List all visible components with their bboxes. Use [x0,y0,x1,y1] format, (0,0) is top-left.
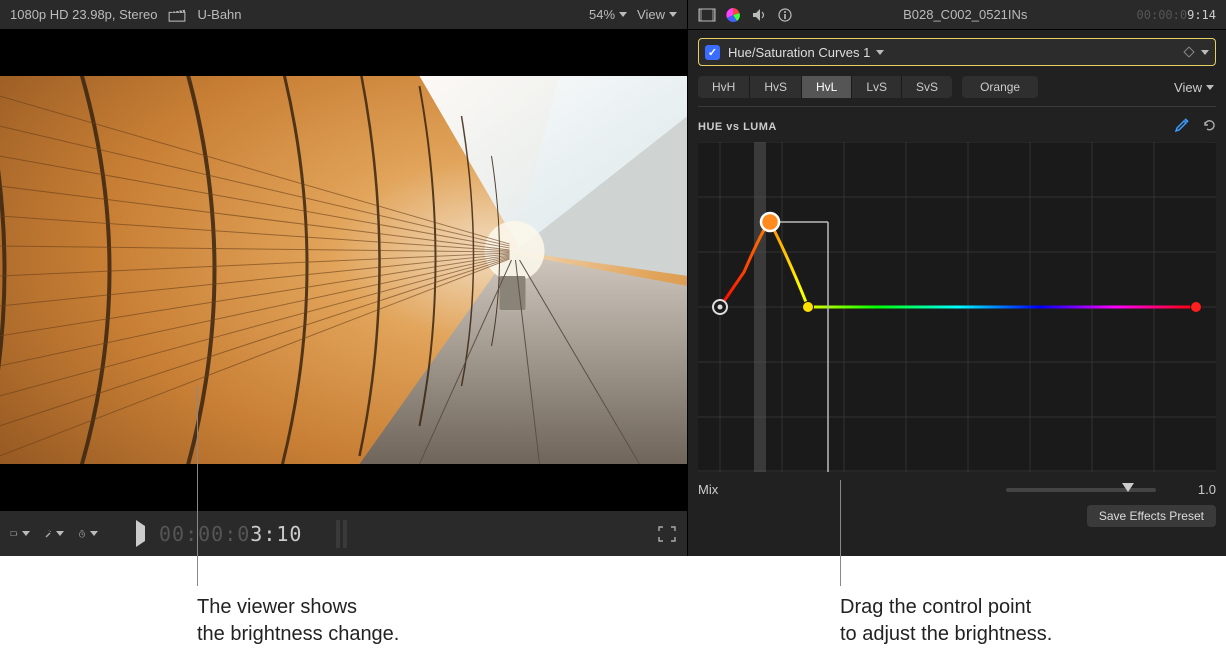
control-point-selected [761,213,779,231]
control-handles [770,222,828,472]
viewer-canvas[interactable] [0,30,687,510]
chevron-down-icon [876,50,884,55]
curve-view-menu[interactable]: View [1174,80,1216,95]
audio-inspector-tab[interactable] [750,7,768,23]
control-point [803,302,814,313]
tab-lvs[interactable]: LvS [852,76,902,98]
control-points [713,213,1202,314]
tab-hvl[interactable]: HvL [802,76,852,98]
transform-tool-menu[interactable] [10,524,30,544]
viewer-panel: 1080p HD 23.98p, Stereo U-Bahn 54% View [0,0,688,556]
play-button[interactable] [130,526,145,541]
effect-name-label: Hue/Saturation Curves 1 [728,45,870,60]
view-menu[interactable]: View [637,7,677,22]
chevron-down-icon [669,12,677,17]
effect-enable-checkbox[interactable]: ✓ [705,45,720,60]
control-point-end [1191,302,1202,313]
fullscreen-button[interactable] [657,524,677,544]
slider-thumb-icon [1122,483,1134,492]
keyframe-icon[interactable] [1183,46,1194,57]
inspector-panel: B028_C002_0521INs 00:00:09:14 ✓ Hue/Satu… [688,0,1226,556]
tab-hvh[interactable]: HvH [698,76,750,98]
play-icon [136,520,145,547]
mix-row: Mix 1.0 [698,482,1216,497]
curve-view-label: View [1174,80,1202,95]
color-inspector-tab[interactable] [724,7,742,23]
info-inspector-tab[interactable] [776,7,794,23]
curve-title: HUE vs LUMA [698,121,777,133]
app-root: 1080p HD 23.98p, Stereo U-Bahn 54% View [0,0,1226,556]
inspector-header: B028_C002_0521INs 00:00:09:14 [688,0,1226,30]
preview-image [0,76,687,464]
save-effects-preset-button[interactable]: Save Effects Preset [1087,505,1216,527]
hue-sample-marker [754,142,766,472]
video-format-label: 1080p HD 23.98p, Stereo [10,7,157,22]
viewer-toolbar: 00:00:03:10 [0,510,687,556]
zoom-value: 54% [589,7,615,22]
effect-header[interactable]: ✓ Hue/Saturation Curves 1 [698,38,1216,66]
inspector-clip-name: B028_C002_0521INs [804,7,1127,22]
curve-type-tabs: HvH HvS HvL LvS SvS Orange View [698,76,1216,98]
tab-color-sample[interactable]: Orange [962,76,1038,98]
chevron-down-icon [1206,85,1214,90]
timecode-dim: 00:00:0 [159,522,250,546]
callouts: The viewer shows the brightness change. … [0,556,1226,666]
chevron-down-icon [90,531,98,536]
mix-value[interactable]: 1.0 [1166,482,1216,497]
view-menu-label: View [637,7,665,22]
chevron-down-icon[interactable] [1201,50,1209,55]
tab-svs[interactable]: SvS [902,76,952,98]
eyedropper-icon[interactable] [1174,117,1190,136]
zoom-menu[interactable]: 54% [589,7,627,22]
callout-viewer: The viewer shows the brightness change. [197,594,399,648]
timecode-display[interactable]: 00:00:03:10 [159,522,302,546]
hue-luma-curve [720,222,1196,307]
callout-line [840,480,841,586]
retime-tool-menu[interactable] [78,524,98,544]
chevron-down-icon [619,12,627,17]
curve-editor[interactable] [698,142,1216,472]
curve-panel: HUE vs LUMA [698,106,1216,472]
enhance-tool-menu[interactable] [44,524,64,544]
clip-name: U-Bahn [197,7,241,22]
viewer-header: 1080p HD 23.98p, Stereo U-Bahn 54% View [0,0,687,30]
inspector-timecode: 00:00:09:14 [1137,8,1216,22]
chevron-down-icon [56,531,64,536]
tab-hvs[interactable]: HvS [750,76,802,98]
chevron-down-icon [22,531,30,536]
video-inspector-tab[interactable] [698,7,716,23]
callout-line [197,386,198,586]
clapperboard-icon [167,5,187,25]
mix-label: Mix [698,482,718,497]
audio-meters [336,520,347,548]
mix-slider[interactable] [1006,488,1156,492]
callout-points: Drag the control point to adjust the bri… [840,594,1052,648]
timecode-bright: 3:10 [250,522,302,546]
reset-icon[interactable] [1202,118,1216,135]
